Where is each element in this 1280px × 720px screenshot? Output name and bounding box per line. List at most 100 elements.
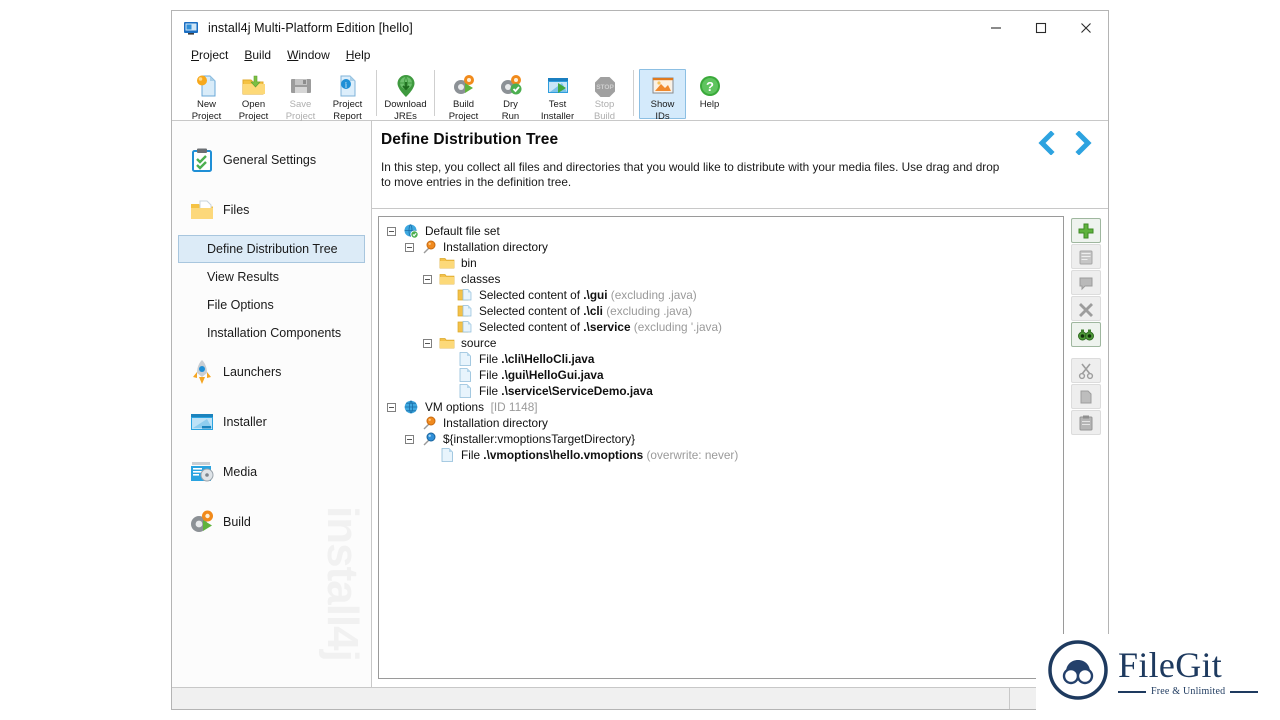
menu-window[interactable]: Window: [279, 47, 338, 64]
sidebar-item-label: Installer: [223, 415, 267, 429]
dry-run-button[interactable]: Dry Run: [487, 69, 534, 119]
menu-help[interactable]: Help: [338, 47, 379, 64]
filegit-tagline: Free & Unlimited: [1151, 686, 1225, 697]
sidebar-item-label: Installation Components: [207, 326, 341, 340]
preview-button[interactable]: [1071, 322, 1101, 347]
next-step-button[interactable]: [1070, 128, 1096, 158]
screenshot-root: install4j Multi-Platform Edition [hello]…: [0, 0, 1280, 720]
sidebar-item-file-options[interactable]: File Options: [178, 291, 365, 319]
tree-row[interactable]: File .\gui\HelloGui.java: [387, 367, 1063, 383]
stop-build-button: STOP Stop Build: [581, 69, 628, 119]
menu-project-label: roject: [199, 48, 228, 62]
folder-icon: [439, 255, 455, 271]
sidebar-item-media[interactable]: Media: [178, 447, 365, 497]
sidebar-item-general-settings[interactable]: General Settings: [178, 135, 365, 185]
save-project-label: Save: [290, 100, 312, 111]
window-body: General Settings Files Define Distributi…: [172, 121, 1108, 687]
tree-row-suffix: [ID 1148]: [487, 400, 537, 414]
menu-build[interactable]: Build: [236, 47, 279, 64]
sidebar-item-define-distribution-tree[interactable]: Define Distribution Tree: [178, 235, 365, 263]
window-controls: [973, 11, 1108, 45]
step-navigation: [1034, 128, 1096, 158]
tree-expander[interactable]: [423, 339, 432, 348]
build-project-button[interactable]: Build Project: [440, 69, 487, 119]
file-icon: [457, 367, 473, 383]
tree-row-suffix: (excluding '.java): [631, 320, 722, 334]
tree-row[interactable]: Selected content of .\cli (excluding .ja…: [387, 303, 1063, 319]
show-ids-button[interactable]: Show IDs: [639, 69, 686, 119]
maximize-button[interactable]: [1018, 11, 1063, 45]
tree-row-label: File .\vmoptions\hello.vmoptions (overwr…: [461, 446, 738, 464]
pin-blue-icon: [421, 431, 437, 447]
tree-row[interactable]: File .\cli\HelloCli.java: [387, 351, 1063, 367]
step-header: Define Distribution Tree In this step, y…: [372, 121, 1108, 209]
page-description: In this step, you collect all files and …: [381, 160, 1006, 189]
minimize-button[interactable]: [973, 11, 1018, 45]
tree-row-text: VM options: [425, 400, 487, 414]
window-play-icon: [545, 73, 571, 99]
sidebar-item-launchers[interactable]: Launchers: [178, 347, 365, 397]
tree-expander[interactable]: [387, 227, 396, 236]
svg-text:?: ?: [706, 79, 714, 94]
sidebar-item-label: Media: [223, 465, 257, 479]
status-message: [172, 688, 1010, 709]
tree-row-path: .\gui\HelloGui.java: [501, 368, 603, 382]
tree-row-text: bin: [461, 256, 477, 270]
copy-button: [1071, 384, 1101, 409]
tree-expander[interactable]: [405, 435, 414, 444]
tree-expander[interactable]: [405, 243, 414, 252]
tree-row[interactable]: bin: [387, 255, 1063, 271]
installer-window-icon: [185, 408, 219, 436]
folder-content-icon: [457, 319, 473, 335]
project-report-label: Project: [333, 100, 363, 111]
sidebar-item-view-results[interactable]: View Results: [178, 263, 365, 291]
rocket-icon: [185, 358, 219, 386]
sidebar-item-files[interactable]: Files: [178, 185, 365, 235]
paste-button: [1071, 410, 1101, 435]
tree-row[interactable]: Selected content of .\gui (excluding .ja…: [387, 287, 1063, 303]
tree-expander[interactable]: [423, 275, 432, 284]
help-button[interactable]: ? Help: [686, 69, 733, 119]
filegit-watermark: FileGit Free & Unlimited: [1036, 634, 1280, 710]
project-report-button[interactable]: i Project Report: [324, 69, 371, 119]
previous-step-button[interactable]: [1034, 128, 1060, 158]
open-project-button[interactable]: Open Project: [230, 69, 277, 119]
tree-row[interactable]: VM options [ID 1148]: [387, 399, 1063, 415]
tree-row-text: Selected content of: [479, 320, 583, 334]
tree-row[interactable]: ${installer:vmoptionsTargetDirectory}: [387, 431, 1063, 447]
add-button[interactable]: [1071, 218, 1101, 243]
menu-bar: Project Build Window Help: [172, 45, 1108, 65]
tree-row[interactable]: classes: [387, 271, 1063, 287]
tree-row[interactable]: Installation directory: [387, 239, 1063, 255]
download-jres-button[interactable]: Download JREs: [382, 69, 429, 119]
dry-run-label: Dry: [503, 100, 518, 111]
tree-row-text: Selected content of: [479, 288, 583, 302]
filegit-tagline-row: Free & Unlimited: [1118, 686, 1258, 697]
tree-row-text: File: [461, 448, 483, 462]
close-button[interactable]: [1063, 11, 1108, 45]
window-title: install4j Multi-Platform Edition [hello]: [208, 21, 413, 35]
sidebar-item-installation-components[interactable]: Installation Components: [178, 319, 365, 347]
new-project-button[interactable]: New Project: [183, 69, 230, 119]
test-installer-button[interactable]: Test Installer: [534, 69, 581, 119]
tree-row[interactable]: Default file set: [387, 223, 1063, 239]
tree-row-path: .\service\ServiceDemo.java: [501, 384, 653, 398]
tree-row[interactable]: File .\vmoptions\hello.vmoptions (overwr…: [387, 447, 1063, 463]
tree-row[interactable]: Installation directory: [387, 415, 1063, 431]
sidebar-item-installer[interactable]: Installer: [178, 397, 365, 447]
main-toolbar: New Project Open Project: [172, 65, 1108, 121]
tree-row-label: Installation directory: [443, 238, 548, 256]
comment-button: [1071, 270, 1101, 295]
toolbar-separator-3: [633, 70, 634, 116]
tree-row-text: Installation directory: [443, 416, 548, 430]
tree-expander[interactable]: [387, 403, 396, 412]
tree-row-path: .\vmoptions\hello.vmoptions: [483, 448, 643, 462]
tree-row[interactable]: Selected content of .\service (excluding…: [387, 319, 1063, 335]
page-title: Define Distribution Tree: [381, 131, 1092, 149]
tree-row-text: source: [461, 336, 496, 350]
tree-row[interactable]: source: [387, 335, 1063, 351]
install4j-watermark: install4j: [317, 506, 367, 661]
distribution-tree-panel[interactable]: Default file setInstallation directorybi…: [378, 216, 1064, 679]
menu-project[interactable]: Project: [183, 47, 236, 64]
tree-row[interactable]: File .\service\ServiceDemo.java: [387, 383, 1063, 399]
